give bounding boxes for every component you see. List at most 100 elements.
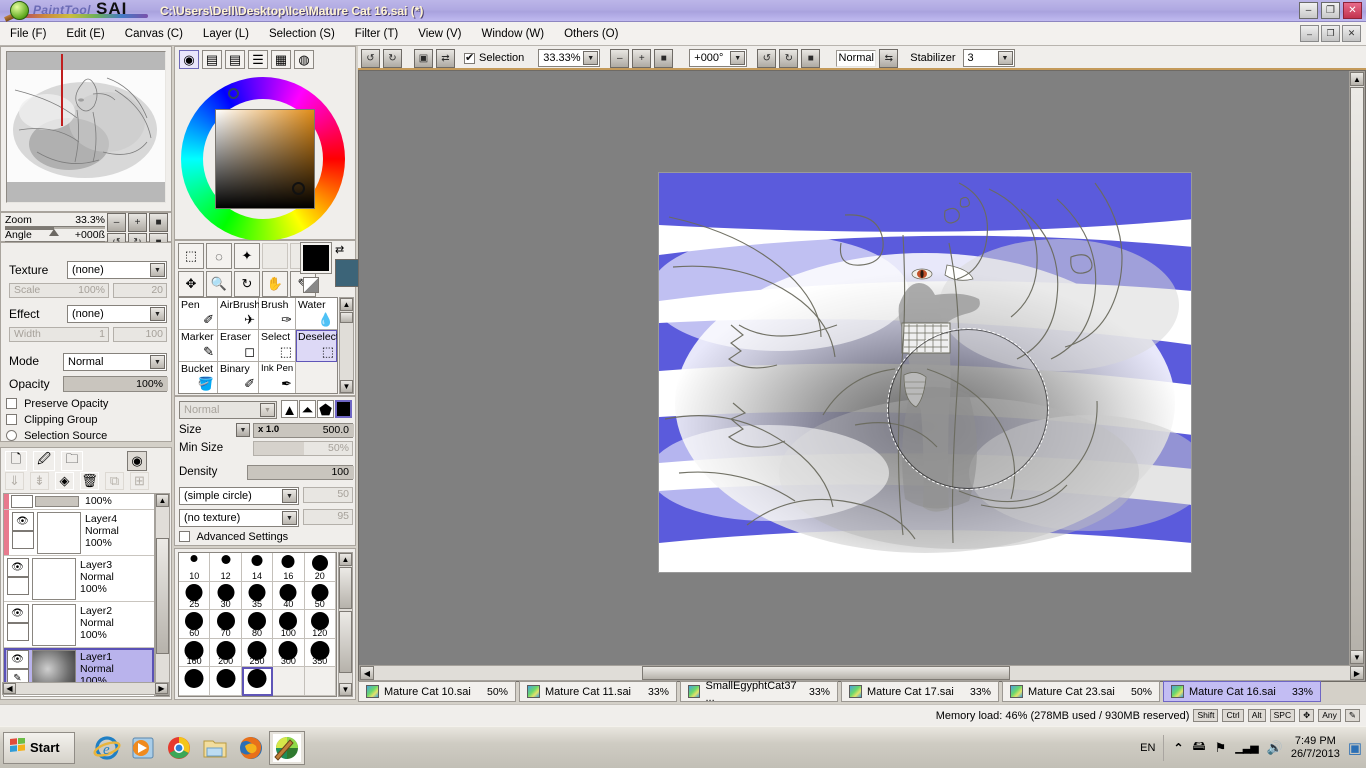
brush-cell-inkpen[interactable]: Ink Pen✒ <box>259 362 296 394</box>
size-cell[interactable]: 40 <box>273 582 304 611</box>
scroll-down-icon[interactable]: ▼ <box>1350 650 1364 664</box>
zoom-icon[interactable]: 🔍 <box>206 271 232 297</box>
show-desktop-button[interactable]: ▣ <box>1348 739 1362 757</box>
artboard[interactable] <box>658 172 1192 573</box>
menu-item-filter[interactable]: Filter (T) <box>345 25 408 43</box>
chevron-down-icon[interactable]: ▼ <box>998 51 1013 65</box>
size-grid[interactable]: 1012141620253035405060708010012016020025… <box>178 552 337 697</box>
selection-visibility-checkbox[interactable]: Selection <box>464 52 524 64</box>
clipping-group-checkbox[interactable]: Clipping Group <box>6 414 97 426</box>
magic-wand-icon[interactable]: ✦ <box>234 243 260 269</box>
chevron-down-icon[interactable]: ▼ <box>260 403 275 417</box>
layer-row[interactable]: 👁 Layer3 Normal 100% <box>4 556 154 602</box>
size-unit-dropdown[interactable]: ▼ <box>236 423 250 437</box>
zoom-out-button[interactable]: – <box>610 49 629 68</box>
rotate-reset-button[interactable]: ■ <box>801 49 820 68</box>
document-minimize-button[interactable]: – <box>1300 25 1319 42</box>
flip-view-button[interactable]: ⇄ <box>436 49 455 68</box>
swap-colors-icon[interactable]: ⇄ <box>335 243 344 256</box>
media-player-icon[interactable] <box>125 731 161 765</box>
menu-item-window[interactable]: Window (W) <box>471 25 554 43</box>
color-mixer-tab[interactable]: ☰ <box>248 50 268 69</box>
chevron-down-icon[interactable]: ▼ <box>583 51 598 65</box>
color-square-handle[interactable] <box>292 182 305 195</box>
scroll-down-icon[interactable]: ▼ <box>339 683 352 696</box>
size-cell[interactable] <box>242 667 273 696</box>
duplicate-layer-icon[interactable]: ⧉ <box>105 472 124 490</box>
rotate-ccw-button[interactable]: ↺ <box>757 49 776 68</box>
redo-button[interactable]: ↻ <box>383 49 402 68</box>
advanced-settings-checkbox[interactable]: Advanced Settings <box>179 531 288 543</box>
size-cell[interactable]: 60 <box>179 610 210 639</box>
rotate-icon[interactable]: ↻ <box>234 271 260 297</box>
firefox-icon[interactable] <box>233 731 269 765</box>
rgb-sliders-tab[interactable]: ▤ <box>202 50 222 69</box>
size-cell[interactable]: 10 <box>179 553 210 582</box>
scrollbar-thumb[interactable] <box>156 538 169 654</box>
size-cell[interactable] <box>179 667 210 696</box>
document-tab-0[interactable]: Mature Cat 10.sai 50% <box>358 681 516 702</box>
layer-list[interactable]: 100% 👁 Layer4 Normal 100% 👁 Layer3 <box>3 493 155 697</box>
merge-visible-icon[interactable]: ⇟ <box>30 472 49 490</box>
brush-blend-mode-combo[interactable]: Normal ▼ <box>179 401 277 419</box>
brush-cell-bucket[interactable]: Bucket🪣 <box>179 362 218 394</box>
layer-visibility-toggle[interactable]: 👁 <box>7 558 29 577</box>
brush-cell-select[interactable]: Select⬚ <box>259 330 296 362</box>
layer-visibility-toggle[interactable] <box>11 495 33 508</box>
scroll-up-icon[interactable]: ▲ <box>340 298 353 311</box>
start-button[interactable]: Start <box>3 732 75 764</box>
size-cell[interactable] <box>210 667 241 696</box>
mode-combo[interactable]: Normal ▼ <box>63 353 167 371</box>
chevron-down-icon[interactable]: ▼ <box>282 489 297 503</box>
canvas-vscrollbar[interactable]: ▲ ▼ <box>1349 71 1365 665</box>
edge-sharp-icon[interactable]: ▲ <box>281 400 298 418</box>
nav-zoom-out-button[interactable]: – <box>107 213 126 232</box>
selection-source-radio[interactable]: Selection Source <box>6 430 107 442</box>
menu-item-view[interactable]: View (V) <box>408 25 471 43</box>
document-restore-button[interactable]: ❐ <box>1321 25 1340 42</box>
clock[interactable]: 7:49 PM 26/7/2013 <box>1291 735 1340 761</box>
menu-item-others[interactable]: Others (O) <box>554 25 628 43</box>
color-wheel-tab[interactable]: ◉ <box>179 50 199 69</box>
document-tab-1[interactable]: Mature Cat 11.sai 33% <box>519 681 677 702</box>
document-close-button[interactable]: ✕ <box>1342 25 1361 42</box>
new-layer-icon[interactable]: 🗋 <box>5 451 27 471</box>
google-chrome-icon[interactable] <box>161 731 197 765</box>
new-linework-layer-icon[interactable]: 🖉 <box>33 451 55 471</box>
menu-item-layer[interactable]: Layer (L) <box>193 25 259 43</box>
size-cell[interactable]: 200 <box>210 639 241 668</box>
scroll-right-icon[interactable]: ▶ <box>155 683 168 694</box>
scroll-down-icon[interactable]: ▼ <box>340 380 353 393</box>
brush-cell-pen[interactable]: Pen✐ <box>179 298 218 330</box>
chevron-down-icon[interactable]: ▼ <box>282 511 297 525</box>
menu-item-file[interactable]: File (F) <box>0 25 56 43</box>
color-wheel-handle[interactable] <box>228 88 239 99</box>
size-cell[interactable]: 20 <box>305 553 336 582</box>
paint-tool-sai-icon[interactable] <box>269 731 305 765</box>
reset-colors-icon[interactable] <box>303 277 319 293</box>
nav-zoom-in-button[interactable]: + <box>128 213 147 232</box>
swap-blend-button[interactable]: ⇆ <box>879 49 898 68</box>
zoom-reset-button[interactable]: ■ <box>654 49 673 68</box>
zoom-level-combo[interactable]: 33.33% ▼ <box>538 49 600 67</box>
size-cell[interactable]: 250 <box>242 639 273 668</box>
layer-visibility-toggle[interactable]: 👁 <box>7 650 29 669</box>
size-cell[interactable]: 70 <box>210 610 241 639</box>
brush-cell-deselect[interactable]: Deselect⬚ <box>296 330 337 362</box>
layer-row-partial[interactable]: 100% <box>4 494 154 510</box>
window-maximize-button[interactable]: ❐ <box>1321 2 1340 19</box>
volume-icon[interactable]: 🔊 <box>1267 740 1283 756</box>
hsv-sliders-tab[interactable]: ▤ <box>225 50 245 69</box>
brush-shape-combo[interactable]: (simple circle) ▼ <box>179 487 299 505</box>
brush-cell-binary[interactable]: Binary✐ <box>218 362 259 394</box>
file-explorer-icon[interactable] <box>197 731 233 765</box>
scrollbar-thumb[interactable] <box>339 567 352 609</box>
menu-item-canvas[interactable]: Canvas (C) <box>115 25 193 43</box>
brush-cell-eraser[interactable]: Eraser◻ <box>218 330 259 362</box>
document-tab-3[interactable]: Mature Cat 17.sai 33% <box>841 681 999 702</box>
brush-cell-airbrush[interactable]: AirBrush✈ <box>218 298 259 330</box>
color-square-picker[interactable] <box>215 109 315 209</box>
brush-grid-scrollbar[interactable]: ▲ ▼ <box>339 297 354 394</box>
removable-media-icon[interactable]: 🖴 <box>1193 737 1206 759</box>
brush-density-slider[interactable]: 100 <box>247 465 353 480</box>
